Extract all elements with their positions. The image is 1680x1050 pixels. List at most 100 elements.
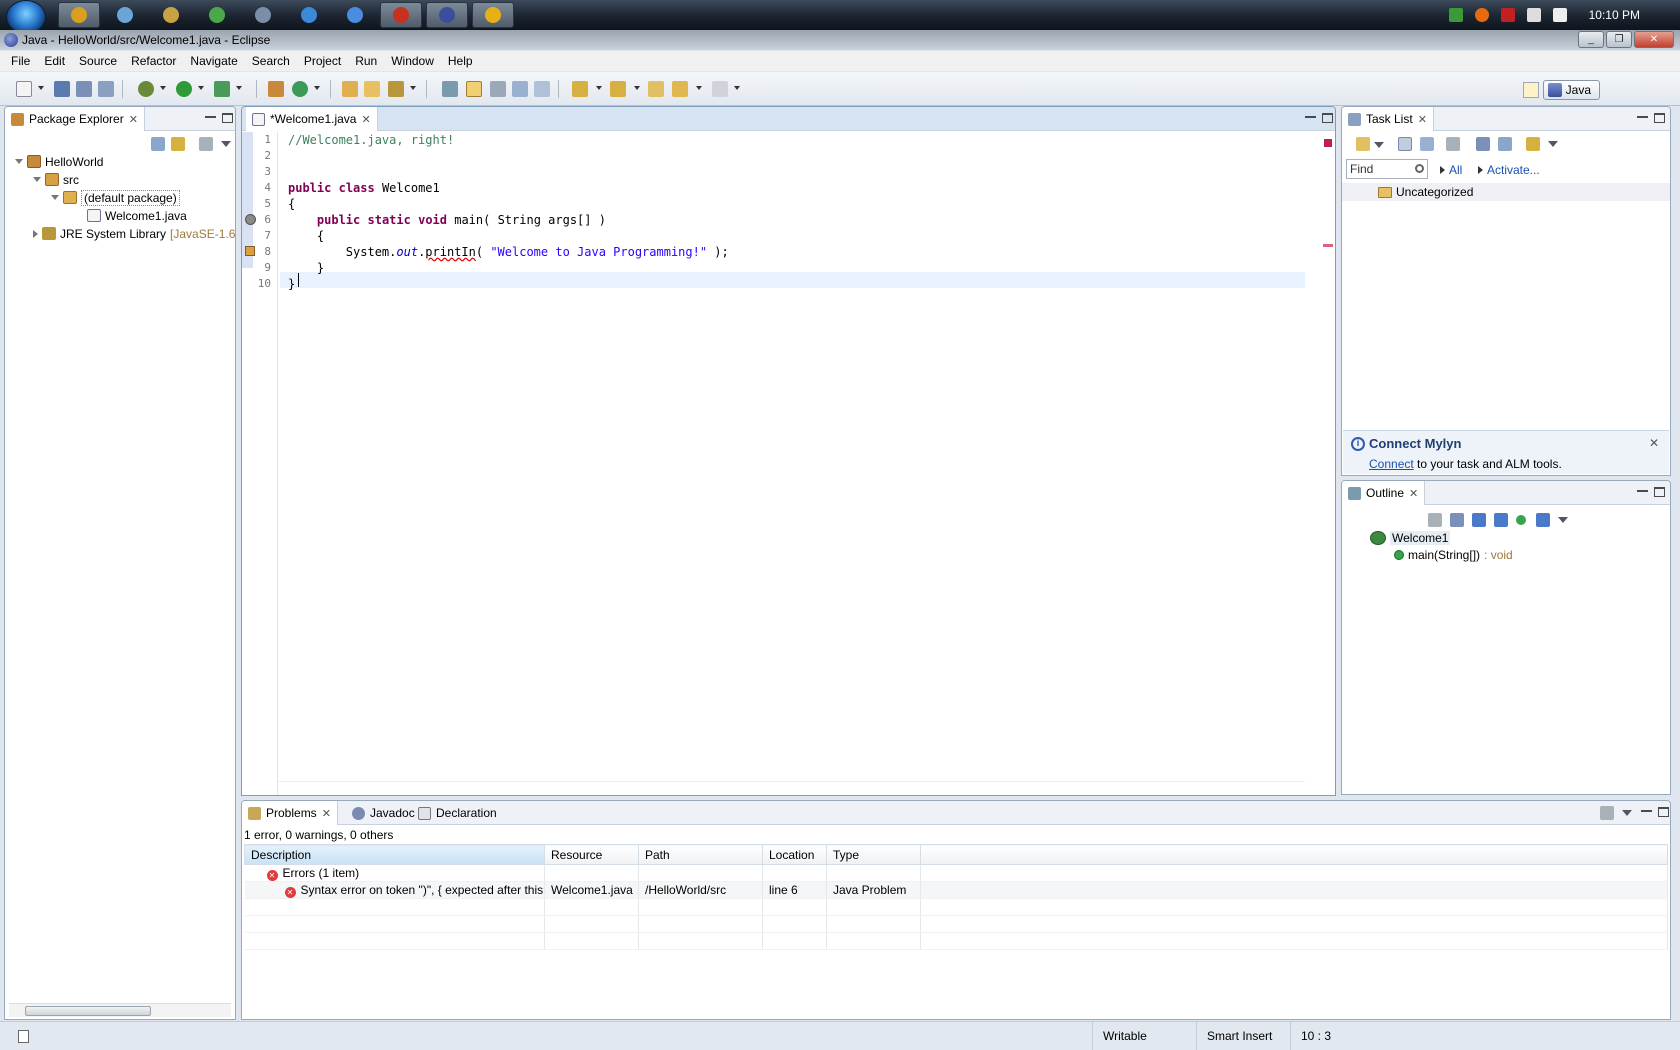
next-annotation-dropdown-icon[interactable] bbox=[596, 86, 602, 90]
block-selection-icon[interactable] bbox=[490, 81, 506, 97]
tab-javadoc[interactable]: Javadoc bbox=[346, 801, 421, 825]
tab-outline[interactable]: Outline ✕ bbox=[1342, 481, 1426, 505]
error-overview-marker[interactable] bbox=[1323, 244, 1333, 247]
close-tab-icon[interactable]: ✕ bbox=[1418, 113, 1427, 126]
java-perspective-button[interactable]: Java bbox=[1542, 80, 1600, 100]
minimize-view-icon[interactable] bbox=[205, 113, 216, 118]
tab-problems[interactable]: Problems ✕ bbox=[242, 801, 338, 825]
close-tab-icon[interactable]: ✕ bbox=[361, 113, 370, 126]
debug-icon[interactable] bbox=[138, 81, 154, 97]
external-tools-icon[interactable] bbox=[214, 81, 230, 97]
taskbar-button[interactable] bbox=[104, 2, 146, 28]
forward-dropdown-icon[interactable] bbox=[734, 86, 740, 90]
close-tab-icon[interactable]: ✕ bbox=[322, 807, 331, 820]
link-with-editor-icon[interactable] bbox=[171, 137, 185, 151]
open-perspective-icon[interactable] bbox=[1522, 82, 1539, 98]
outline-item-class[interactable]: Welcome1 bbox=[1370, 529, 1451, 546]
menu-help[interactable]: Help bbox=[441, 54, 480, 68]
tree-item-jre-library[interactable]: JRE System Library [JavaSE-1.6] bbox=[33, 225, 235, 242]
forward-icon[interactable] bbox=[712, 81, 728, 97]
column-path[interactable]: Path bbox=[638, 844, 763, 865]
maximize-view-icon[interactable] bbox=[222, 113, 233, 123]
view-menu-icon[interactable] bbox=[1558, 517, 1568, 523]
clock[interactable]: 10:10 PM bbox=[1589, 8, 1640, 22]
toggle-breadcrumb-icon[interactable] bbox=[442, 81, 458, 97]
search-icon[interactable] bbox=[1415, 164, 1424, 173]
categorized-icon[interactable] bbox=[1398, 137, 1412, 151]
avast-icon[interactable] bbox=[1474, 8, 1489, 22]
save-icon[interactable] bbox=[54, 81, 70, 97]
connect-link[interactable]: Connect bbox=[1369, 457, 1414, 471]
mark-occurrences-icon[interactable] bbox=[466, 81, 482, 97]
hide-completed-icon[interactable] bbox=[1476, 137, 1490, 151]
new-icon[interactable] bbox=[16, 81, 32, 97]
run-icon[interactable] bbox=[176, 81, 192, 97]
maximize-view-icon[interactable] bbox=[1654, 487, 1665, 497]
menu-window[interactable]: Window bbox=[384, 54, 441, 68]
menu-project[interactable]: Project bbox=[297, 54, 348, 68]
taskbar-button[interactable] bbox=[426, 2, 468, 28]
menu-file[interactable]: File bbox=[4, 54, 37, 68]
maximize-editor-icon[interactable] bbox=[1322, 113, 1333, 123]
column-type[interactable]: Type bbox=[826, 844, 921, 865]
sort-icon[interactable] bbox=[1450, 513, 1464, 527]
collapse-all-icon[interactable] bbox=[1498, 137, 1512, 151]
open-resource-icon[interactable] bbox=[364, 81, 380, 97]
editor-body[interactable]: 1 2 3 4 5 6 7 8 9 10 //Welcome1.java, ri… bbox=[242, 132, 1335, 795]
vertical-scrollbar[interactable] bbox=[1307, 132, 1321, 781]
column-resource[interactable]: Resource bbox=[544, 844, 639, 865]
back-dropdown-icon[interactable] bbox=[696, 86, 702, 90]
menu-search[interactable]: Search bbox=[245, 54, 297, 68]
expand-icon[interactable] bbox=[51, 195, 59, 200]
scrollbar-thumb[interactable] bbox=[25, 1006, 151, 1016]
tab-welcome1-java[interactable]: *Welcome1.java ✕ bbox=[246, 107, 378, 131]
pilcrow-icon[interactable] bbox=[534, 81, 550, 97]
tree-item-default-package[interactable]: (default package) bbox=[51, 189, 180, 206]
focus-icon[interactable] bbox=[1446, 137, 1460, 151]
collapse-icon[interactable] bbox=[33, 229, 38, 238]
taskbar-button[interactable] bbox=[288, 2, 330, 28]
previous-annotation-dropdown-icon[interactable] bbox=[634, 86, 640, 90]
close-tab-icon[interactable]: ✕ bbox=[129, 113, 138, 126]
filters-icon[interactable] bbox=[1600, 806, 1614, 820]
new-dropdown-icon[interactable] bbox=[38, 86, 44, 90]
minimize-button[interactable]: _ bbox=[1578, 31, 1604, 48]
hide-fields-icon[interactable] bbox=[1472, 513, 1486, 527]
start-button[interactable] bbox=[6, 0, 46, 34]
view-menu-icon[interactable] bbox=[1622, 810, 1632, 816]
minimize-editor-icon[interactable] bbox=[1305, 113, 1316, 118]
category-uncategorized[interactable]: Uncategorized bbox=[1342, 183, 1670, 201]
print-icon[interactable] bbox=[98, 81, 114, 97]
menu-source[interactable]: Source bbox=[72, 54, 124, 68]
fast-view-icon[interactable] bbox=[18, 1030, 29, 1043]
expand-icon[interactable] bbox=[15, 159, 23, 164]
problem-description[interactable]: ✕ Syntax error on token ")", { expected a… bbox=[244, 881, 545, 899]
view-menu-icon[interactable] bbox=[221, 141, 231, 147]
taskbar-button[interactable] bbox=[196, 2, 238, 28]
tree-item-project[interactable]: HelloWorld bbox=[15, 153, 103, 170]
run-dropdown-icon[interactable] bbox=[198, 86, 204, 90]
taskbar-button[interactable] bbox=[472, 2, 514, 28]
view-menu-icon[interactable] bbox=[1548, 141, 1558, 147]
table-row[interactable]: ✕ Syntax error on token ")", { expected a… bbox=[244, 881, 1668, 899]
next-annotation-icon[interactable] bbox=[572, 81, 588, 97]
network-icon[interactable] bbox=[1526, 8, 1541, 22]
column-location[interactable]: Location bbox=[762, 844, 827, 865]
search-icon[interactable] bbox=[388, 81, 404, 97]
horizontal-scrollbar[interactable] bbox=[9, 1003, 231, 1017]
expand-icon[interactable] bbox=[33, 177, 41, 182]
restore-button[interactable]: ❐ bbox=[1606, 31, 1632, 48]
security-icon[interactable] bbox=[1448, 8, 1463, 22]
close-banner-icon[interactable]: ✕ bbox=[1649, 436, 1659, 450]
error-marker-icon[interactable] bbox=[245, 214, 256, 225]
hide-local-types-icon[interactable] bbox=[1536, 513, 1550, 527]
quick-fix-marker-icon[interactable] bbox=[245, 246, 255, 256]
menu-run[interactable]: Run bbox=[348, 54, 384, 68]
last-edit-icon[interactable] bbox=[648, 81, 664, 97]
tab-task-list[interactable]: Task List ✕ bbox=[1342, 107, 1434, 131]
minimize-view-icon[interactable] bbox=[1637, 487, 1648, 492]
errors-group[interactable]: ✕ Errors (1 item) bbox=[244, 864, 545, 882]
code-area[interactable]: //Welcome1.java, right! public class Wel… bbox=[288, 132, 1305, 795]
new-java-project-icon[interactable] bbox=[268, 81, 284, 97]
all-link[interactable]: All bbox=[1440, 163, 1462, 177]
